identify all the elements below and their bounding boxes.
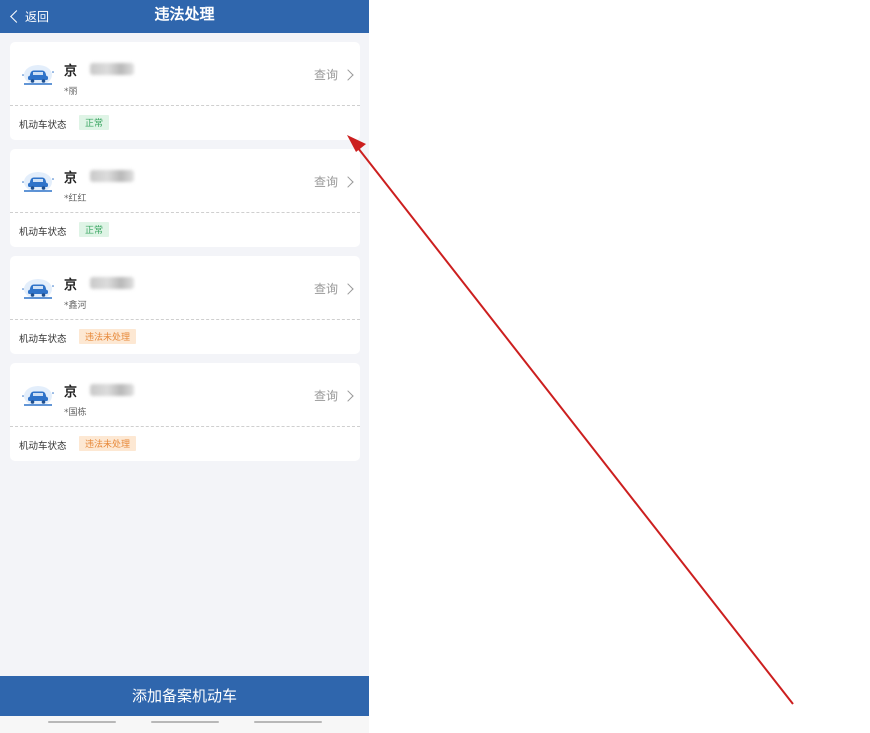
status-badge: 违法未处理 bbox=[79, 329, 137, 344]
car-icon bbox=[22, 65, 54, 85]
query-label: 查询 bbox=[313, 282, 338, 296]
nav-bar-segment[interactable] bbox=[151, 721, 219, 723]
navigation-bar: 返回 违法处理 bbox=[0, 0, 369, 33]
query-link[interactable]: 查询 bbox=[313, 173, 354, 190]
plate-redacted bbox=[90, 170, 134, 182]
vehicle-list: 京 *丽 查询 机动车状态 正常 京 *红红 查询 机动车状态 正常 京 *鑫河… bbox=[10, 42, 360, 470]
plate-prefix: 京 bbox=[64, 278, 78, 293]
plate-redacted bbox=[90, 384, 134, 396]
query-link[interactable]: 查询 bbox=[313, 387, 354, 404]
plate-prefix: 京 bbox=[64, 171, 78, 186]
query-label: 查询 bbox=[313, 68, 338, 82]
status-label: 机动车状态 bbox=[19, 441, 67, 452]
car-icon bbox=[22, 172, 54, 192]
divider bbox=[10, 105, 360, 106]
vehicle-card[interactable]: 京 *丽 查询 机动车状态 正常 bbox=[10, 42, 360, 140]
plate-redacted bbox=[90, 63, 134, 75]
owner-name: *鑫河 bbox=[64, 301, 87, 311]
query-link[interactable]: 查询 bbox=[313, 66, 354, 83]
query-link[interactable]: 查询 bbox=[313, 280, 354, 297]
license-plate: 京 bbox=[64, 60, 134, 79]
vehicle-card[interactable]: 京 *红红 查询 机动车状态 正常 bbox=[10, 149, 360, 247]
chevron-right-icon bbox=[342, 389, 354, 402]
license-plate: 京 bbox=[64, 167, 134, 186]
vehicle-card[interactable]: 京 *国栋 查询 机动车状态 违法未处理 bbox=[10, 363, 360, 461]
divider bbox=[10, 212, 360, 213]
annotation-arrow-line bbox=[357, 147, 794, 705]
owner-name: *国栋 bbox=[64, 408, 87, 418]
status-badge: 违法未处理 bbox=[79, 436, 137, 451]
owner-name: *丽 bbox=[64, 87, 78, 97]
plate-redacted bbox=[90, 277, 134, 289]
divider bbox=[10, 426, 360, 427]
vehicle-card[interactable]: 京 *鑫河 查询 机动车状态 违法未处理 bbox=[10, 256, 360, 354]
license-plate: 京 bbox=[64, 381, 134, 400]
query-label: 查询 bbox=[313, 175, 338, 189]
status-label: 机动车状态 bbox=[19, 227, 67, 238]
status-badge: 正常 bbox=[79, 222, 110, 237]
nav-bar-segment[interactable] bbox=[254, 721, 322, 723]
divider bbox=[10, 319, 360, 320]
owner-name: *红红 bbox=[64, 194, 87, 204]
plate-prefix: 京 bbox=[64, 385, 78, 400]
status-label: 机动车状态 bbox=[19, 334, 67, 345]
license-plate: 京 bbox=[64, 274, 134, 293]
system-navigation-bar bbox=[0, 716, 369, 733]
chevron-right-icon bbox=[342, 282, 354, 295]
phone-screen: 返回 违法处理 京 *丽 查询 机动车状态 正常 京 *红红 查询 机动车状态 … bbox=[0, 0, 369, 733]
nav-bar-segment[interactable] bbox=[48, 721, 116, 723]
add-vehicle-button[interactable]: 添加备案机动车 bbox=[0, 676, 369, 716]
status-label: 机动车状态 bbox=[19, 120, 67, 131]
plate-prefix: 京 bbox=[64, 64, 78, 79]
page-title: 违法处理 bbox=[154, 5, 215, 23]
chevron-right-icon bbox=[342, 175, 354, 188]
chevron-right-icon bbox=[342, 68, 354, 81]
query-label: 查询 bbox=[313, 389, 338, 403]
status-badge: 正常 bbox=[79, 115, 110, 130]
car-icon bbox=[22, 386, 54, 406]
car-icon bbox=[22, 279, 54, 299]
